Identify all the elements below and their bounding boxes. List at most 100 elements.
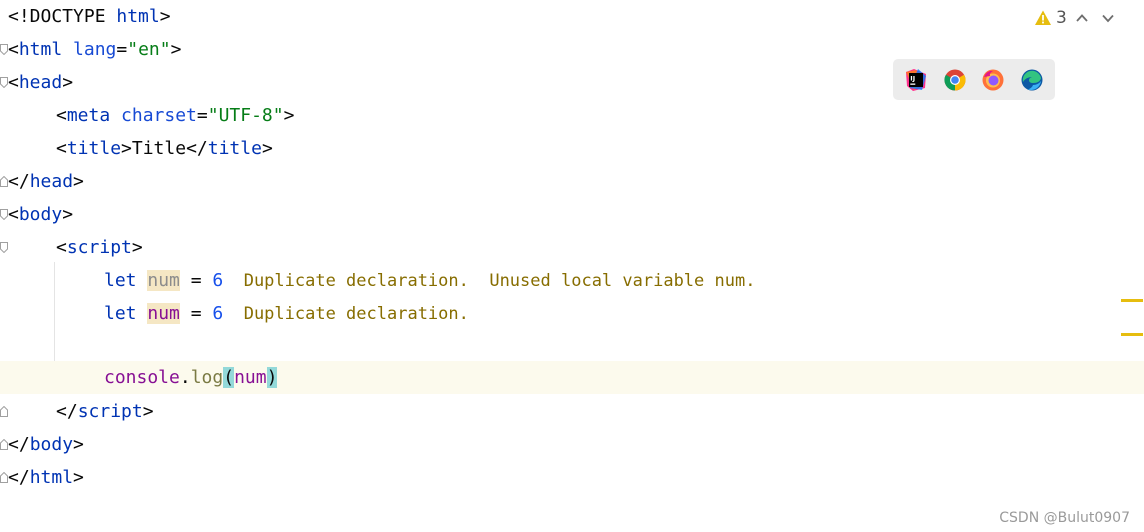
- next-highlight-button[interactable]: [1097, 7, 1119, 29]
- token: html: [29, 467, 74, 488]
- token: 6: [212, 303, 224, 324]
- token: num: [234, 367, 267, 388]
- token: >: [62, 72, 74, 93]
- intellij-icon: IJ: [906, 68, 927, 91]
- code-line[interactable]: let num = 6 Duplicate declaration.: [0, 297, 1144, 330]
- token: =: [196, 105, 208, 126]
- token: title: [66, 138, 122, 159]
- warning-stripe-marker[interactable]: [1121, 299, 1143, 302]
- chevron-up-icon: [1076, 14, 1088, 22]
- token: >: [73, 171, 84, 192]
- token: charset: [121, 105, 197, 126]
- token: .: [179, 367, 191, 388]
- token: log: [190, 367, 224, 388]
- token: lang: [73, 39, 117, 60]
- fold-marker-icon[interactable]: [0, 44, 8, 55]
- token: <!DOCTYPE: [8, 6, 117, 27]
- token: </: [186, 138, 208, 159]
- token: meta: [66, 105, 122, 126]
- code-line[interactable]: </script>: [0, 395, 1144, 428]
- firefox-icon: [982, 69, 1004, 90]
- code-line[interactable]: </body>: [0, 428, 1144, 461]
- token: "en": [127, 39, 171, 60]
- inspection-status-widget[interactable]: 3: [1034, 6, 1119, 30]
- token: title: [207, 138, 262, 159]
- code-line[interactable]: <meta charset="UTF-8">: [0, 99, 1144, 132]
- token: <: [8, 204, 19, 225]
- token: head: [29, 171, 74, 192]
- inline-inspection-hint: Duplicate declaration.: [223, 304, 469, 324]
- inline-inspection-hint: Duplicate declaration. Unused local vari…: [223, 271, 756, 291]
- token: <: [56, 105, 67, 126]
- token: script: [66, 237, 132, 258]
- matched-paren: (: [223, 367, 235, 388]
- token: >: [73, 467, 84, 488]
- token: =: [116, 39, 128, 60]
- code-line[interactable]: <title>Title</title>: [0, 132, 1144, 165]
- watermark: CSDN @Bulut0907: [999, 510, 1130, 526]
- token: </: [8, 467, 30, 488]
- token: <: [8, 39, 19, 60]
- token: <: [8, 72, 19, 93]
- fold-end-marker-icon[interactable]: [0, 176, 8, 187]
- token: let: [104, 303, 148, 324]
- token-unused-variable: num: [147, 270, 180, 291]
- token: Title: [131, 138, 187, 159]
- token: =: [179, 270, 213, 291]
- code-line[interactable]: <!DOCTYPE html>: [0, 0, 1144, 33]
- chrome-icon: [944, 69, 966, 90]
- token: =: [179, 303, 213, 324]
- code-line[interactable]: <script>: [0, 231, 1144, 264]
- token: 6: [212, 270, 224, 291]
- warning-triangle-icon[interactable]: [1034, 9, 1052, 27]
- token: >: [261, 138, 273, 159]
- code-line[interactable]: </html>: [0, 461, 1144, 494]
- token: <: [56, 237, 67, 258]
- token: body: [29, 434, 74, 455]
- token: >: [283, 105, 295, 126]
- token: let: [104, 270, 148, 291]
- token: script: [77, 401, 143, 422]
- token: console: [104, 367, 180, 388]
- code-line[interactable]: let num = 6 Duplicate declaration. Unuse…: [0, 264, 1144, 297]
- code-line[interactable]: </head>: [0, 165, 1144, 198]
- previous-highlight-button[interactable]: [1071, 7, 1093, 29]
- token: body: [18, 204, 63, 225]
- token: >: [121, 138, 132, 159]
- token: html: [116, 6, 160, 27]
- token: </: [56, 401, 78, 422]
- token: </: [8, 171, 30, 192]
- token: >: [73, 434, 84, 455]
- fold-end-marker-icon[interactable]: [0, 472, 8, 483]
- chevron-down-icon: [1102, 14, 1114, 23]
- token: </: [8, 434, 30, 455]
- fold-marker-icon[interactable]: [0, 209, 8, 220]
- matched-paren: ): [266, 367, 278, 388]
- code-line[interactable]: <body>: [0, 198, 1144, 231]
- code-line[interactable]: [0, 330, 1144, 363]
- fold-end-marker-icon[interactable]: [0, 406, 8, 417]
- token: >: [170, 39, 182, 60]
- edge-icon: [1021, 69, 1043, 90]
- fold-end-marker-icon[interactable]: [0, 439, 8, 450]
- code-line-current[interactable]: console.log(num): [0, 361, 1144, 394]
- fold-marker-icon[interactable]: [0, 77, 8, 88]
- svg-text:IJ: IJ: [911, 74, 916, 82]
- token: html: [18, 39, 74, 60]
- token: >: [159, 6, 171, 27]
- open-in-chrome-button[interactable]: [942, 67, 968, 93]
- token: "UTF-8": [207, 105, 284, 126]
- token-variable: num: [147, 303, 180, 324]
- open-in-firefox-button[interactable]: [980, 67, 1006, 93]
- token: >: [131, 237, 143, 258]
- token: >: [62, 204, 74, 225]
- open-in-edge-button[interactable]: [1019, 67, 1045, 93]
- token: <: [56, 138, 67, 159]
- open-in-intellij-button[interactable]: IJ: [903, 67, 929, 93]
- token: >: [142, 401, 154, 422]
- browser-preview-bar: IJ: [893, 59, 1055, 100]
- warning-stripe-marker[interactable]: [1121, 333, 1143, 336]
- warning-count[interactable]: 3: [1056, 8, 1067, 28]
- token: head: [18, 72, 63, 93]
- fold-marker-icon[interactable]: [0, 242, 8, 253]
